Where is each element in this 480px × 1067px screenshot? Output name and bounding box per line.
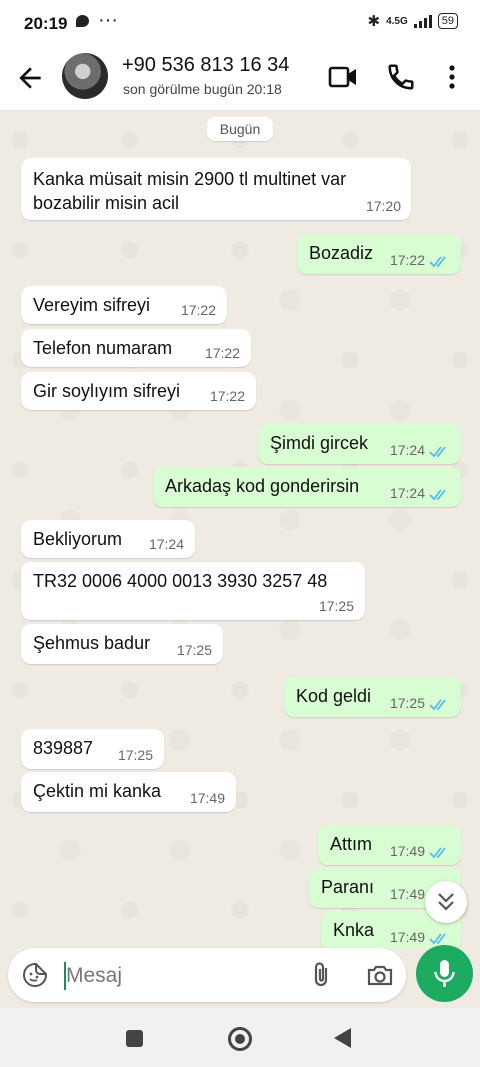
home-button[interactable]: [228, 1027, 252, 1051]
message-time: 17:20: [365, 198, 401, 214]
message-time: 17:22: [209, 388, 245, 404]
system-navigation-bar: [0, 1008, 480, 1067]
read-receipt-icon: [429, 256, 446, 268]
chat-notification-icon: [76, 15, 89, 27]
status-icons: ✱ 4.5G 59: [367, 12, 458, 30]
message-text: Attım: [330, 834, 373, 854]
message-text: Kod geldi: [296, 686, 372, 706]
date-divider: Bugün: [207, 117, 273, 141]
outgoing-message[interactable]: Arkadaş kod gonderirsin 17:24: [153, 467, 461, 507]
message-text: Gir soylıyım sifreyi: [33, 381, 181, 401]
message-time: 17:25: [117, 747, 153, 763]
message-time: 17:25: [318, 598, 354, 614]
incoming-message[interactable]: Çektin mi kanka 17:49: [21, 772, 236, 812]
message-text: Şehmus badur: [33, 633, 151, 653]
message-list[interactable]: Bugün Kanka müsait misin 2900 tl multine…: [0, 110, 480, 948]
scroll-to-bottom-button[interactable]: [425, 881, 467, 923]
incoming-message[interactable]: Telefon numaram 17:22: [21, 329, 251, 367]
signal-icon: [413, 14, 432, 28]
message-text: Telefon numaram: [33, 338, 173, 358]
paperclip-icon[interactable]: [310, 961, 334, 989]
message-time: 17:24: [389, 442, 425, 458]
message-time: 17:25: [176, 642, 212, 658]
read-receipt-icon: [429, 933, 446, 945]
message-time: 17:25: [389, 695, 425, 711]
read-receipt-icon: [429, 699, 446, 711]
recent-apps-button[interactable]: [126, 1030, 143, 1047]
system-back-button[interactable]: [334, 1028, 351, 1048]
voice-call-icon[interactable]: [386, 62, 416, 92]
battery-level: 59: [437, 13, 458, 29]
message-text: Vereyim sifreyi: [33, 295, 151, 315]
message-text: Arkadaş kod gonderirsin: [165, 476, 360, 496]
camera-icon[interactable]: [366, 963, 394, 987]
message-text: TR32 0006 4000 0013 3930 3257 48: [33, 571, 328, 591]
video-call-icon[interactable]: [328, 63, 358, 91]
incoming-message[interactable]: TR32 0006 4000 0013 3930 3257 48 17:25: [21, 562, 365, 620]
message-time: 17:22: [204, 345, 240, 361]
read-receipt-icon: [429, 446, 446, 458]
outgoing-message[interactable]: Bozadiz 17:22: [297, 234, 461, 274]
contact-avatar[interactable]: [62, 53, 108, 99]
incoming-message[interactable]: Kanka müsait misin 2900 tl multinet var …: [21, 158, 411, 220]
incoming-message[interactable]: Gir soylıyım sifreyi 17:22: [21, 372, 256, 410]
incoming-message[interactable]: 839887 17:25: [21, 729, 164, 769]
bluetooth-icon: ✱: [367, 13, 381, 30]
voice-message-button[interactable]: [416, 945, 473, 1002]
last-seen-status: son görülme bugün 20:18: [123, 81, 282, 97]
outgoing-message[interactable]: Attım 17:49: [318, 825, 461, 865]
incoming-message[interactable]: Şehmus badur 17:25: [21, 624, 223, 664]
more-options-icon[interactable]: [442, 62, 462, 92]
message-text: Kanka müsait misin 2900 tl multinet var …: [33, 169, 347, 213]
double-chevron-down-icon: [438, 893, 454, 911]
message-time: 17:24: [389, 485, 425, 501]
contact-name[interactable]: +90 536 813 16 34: [122, 54, 289, 77]
outgoing-message[interactable]: Kod geldi 17:25: [284, 677, 461, 717]
chat-header: +90 536 813 16 34 son görülme bugün 20:1…: [0, 46, 480, 110]
back-arrow-icon[interactable]: [14, 62, 46, 94]
message-text: Paranı: [321, 877, 375, 897]
message-time: 17:49: [389, 886, 425, 902]
message-input[interactable]: [64, 958, 298, 994]
read-receipt-icon: [429, 489, 446, 501]
incoming-message[interactable]: Vereyim sifreyi 17:22: [21, 286, 227, 324]
outgoing-message[interactable]: Şimdi gircek 17:24: [258, 424, 461, 464]
microphone-icon: [434, 960, 455, 987]
emoji-sticker-icon[interactable]: [22, 962, 48, 988]
message-text: Bekliyorum: [33, 529, 123, 549]
network-type: 4.5G: [386, 15, 408, 27]
message-text: Şimdi gircek: [270, 433, 369, 453]
incoming-message[interactable]: Bekliyorum 17:24: [21, 520, 195, 558]
message-time: 17:49: [389, 843, 425, 859]
message-text: Knka: [333, 920, 375, 940]
message-text: Çektin mi kanka: [33, 781, 162, 801]
status-time: 20:19: [24, 14, 68, 33]
message-time: 17:22: [389, 252, 425, 268]
message-time: 17:49: [389, 929, 425, 945]
more-notifications-icon: ···: [98, 9, 118, 31]
message-text: Bozadiz: [309, 243, 374, 263]
message-time: 17:49: [189, 790, 225, 806]
message-time: 17:22: [180, 302, 216, 318]
message-time: 17:24: [148, 536, 184, 552]
message-composer: [8, 948, 406, 1002]
read-receipt-icon: [429, 847, 446, 859]
status-bar: 20:19 ··· ✱ 4.5G 59: [0, 0, 480, 46]
message-text: 839887: [33, 738, 94, 758]
